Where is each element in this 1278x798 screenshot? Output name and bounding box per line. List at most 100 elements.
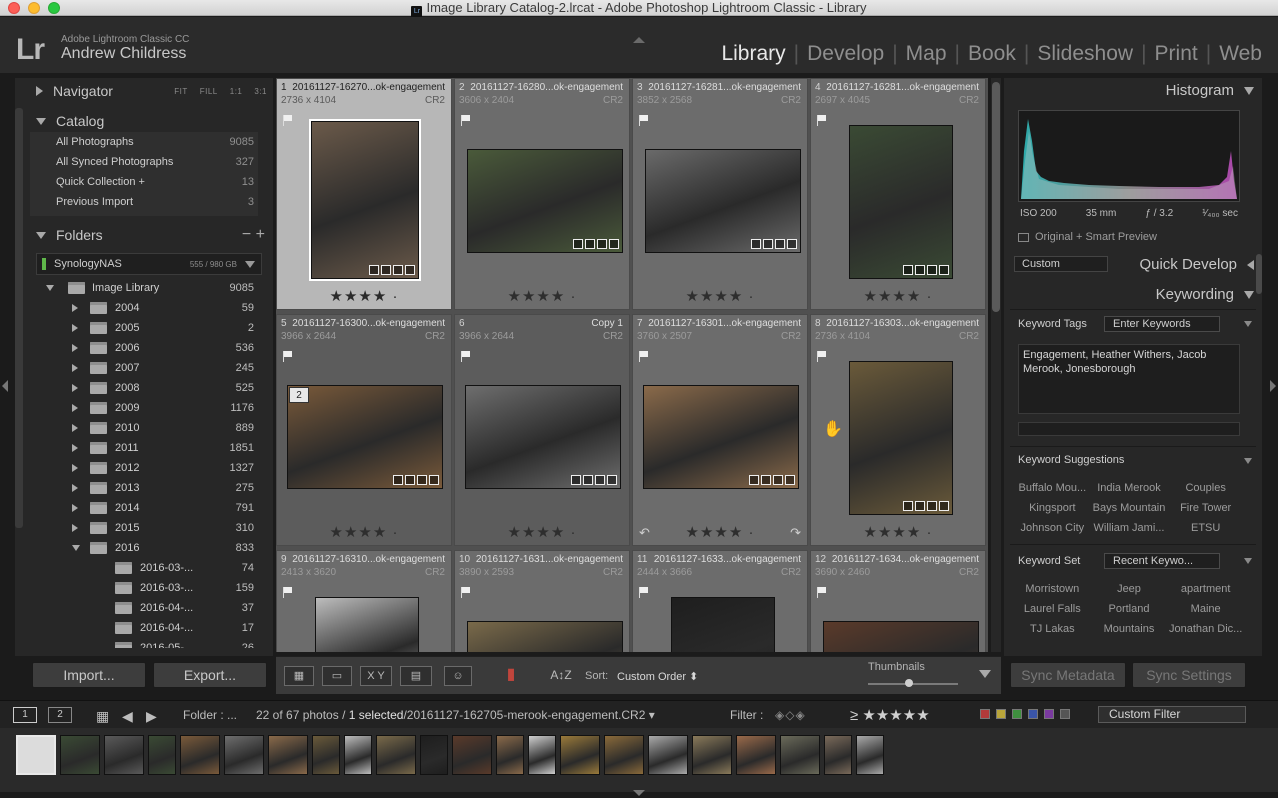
folder-row-subfolder[interactable]: 2016-03-... 159 [30, 578, 258, 598]
keyword-badge-icon[interactable] [393, 475, 403, 485]
folder-row-image-library[interactable]: Image Library 9085 [30, 278, 258, 298]
expand-triangle-icon[interactable] [72, 364, 78, 372]
star-rating[interactable]: ★★★★ · [277, 523, 451, 541]
folder-row-year[interactable]: 2014 791 [30, 498, 258, 518]
keyword-suggestion[interactable]: Bays Mountain [1091, 498, 1168, 518]
folder-row-year[interactable]: 2012 1327 [30, 458, 258, 478]
metadata-badge-icon[interactable] [915, 265, 925, 275]
source-folder-label[interactable]: Folder : ... [183, 708, 237, 722]
grid-cell[interactable]: 6 Copy 1 3966 x 2644 CR2 ★★★★ · [454, 314, 630, 546]
flag-icon[interactable] [817, 587, 826, 598]
catalog-item-previous-import[interactable]: Previous Import 3 [30, 192, 258, 212]
color-label-filter-yellow[interactable] [996, 709, 1006, 719]
folder-row-subfolder[interactable]: 2016-05-... 26 [30, 638, 258, 648]
color-label-filter-green[interactable] [1012, 709, 1022, 719]
quick-develop-header[interactable]: Quick Develop [1139, 256, 1254, 273]
keyword-set-item[interactable]: Mountains [1091, 619, 1168, 639]
keyword-suggestion[interactable]: Fire Tower [1167, 498, 1244, 518]
module-library[interactable]: Library [713, 42, 793, 66]
filmstrip-thumbnail[interactable] [560, 735, 600, 775]
develop-badge-icon[interactable] [405, 265, 415, 275]
grid-cell[interactable]: 7 20161127-16301...ok-engagement 3760 x 25… [632, 314, 808, 546]
keyword-badge-icon[interactable] [903, 265, 913, 275]
sort-direction-icon[interactable]: A↕Z [544, 666, 578, 686]
develop-badge-icon[interactable] [785, 475, 795, 485]
expand-triangle-icon[interactable] [72, 464, 78, 472]
hide-filmstrip-icon[interactable] [633, 790, 645, 796]
toggle-left-panel-icon[interactable] [2, 380, 8, 392]
photo-thumbnail[interactable] [467, 149, 623, 253]
filmstrip-thumbnail[interactable] [104, 735, 144, 775]
filmstrip-thumbnail[interactable] [648, 735, 688, 775]
expand-triangle-icon[interactable] [72, 384, 78, 392]
filmstrip-thumbnail[interactable] [452, 735, 492, 775]
filmstrip-thumbnail[interactable] [780, 735, 820, 775]
metadata-badge-icon[interactable] [381, 265, 391, 275]
folder-row-year[interactable]: 2004 59 [30, 298, 258, 318]
keyword-badge-icon[interactable] [751, 239, 761, 249]
develop-badge-icon[interactable] [939, 265, 949, 275]
filmstrip-thumbnail[interactable] [312, 735, 340, 775]
survey-view-icon[interactable]: ▤ [400, 666, 432, 686]
grid-view-icon[interactable]: ▦ [96, 708, 109, 725]
keyword-set-item[interactable]: Jonathan Dic... [1167, 619, 1244, 639]
keyword-tags-mode-select[interactable]: Enter Keywords [1104, 316, 1220, 332]
module-book[interactable]: Book [960, 42, 1024, 66]
filmstrip-thumbnail[interactable] [224, 735, 264, 775]
keyword-set-item[interactable]: Laurel Falls [1014, 599, 1091, 619]
crop-badge-icon[interactable] [597, 239, 607, 249]
expand-triangle-icon[interactable] [72, 324, 78, 332]
crop-badge-icon[interactable] [775, 239, 785, 249]
collapse-triangle-icon[interactable] [1244, 458, 1252, 464]
color-label-filter-blue[interactable] [1028, 709, 1038, 719]
metadata-badge-icon[interactable] [585, 239, 595, 249]
develop-badge-icon[interactable] [939, 501, 949, 511]
custom-filter-select[interactable]: Custom Filter [1098, 706, 1246, 723]
folder-row-year[interactable]: 2013 275 [30, 478, 258, 498]
right-panel-scrollbar[interactable] [1256, 254, 1262, 294]
loupe-view-icon[interactable]: ▭ [322, 666, 352, 686]
keyword-suggestion[interactable]: William Jami... [1091, 518, 1168, 538]
color-label-filter-purple[interactable] [1044, 709, 1054, 719]
grid-scroll-thumb[interactable] [992, 82, 1000, 312]
photo-thumbnail[interactable] [315, 597, 419, 652]
expand-triangle-icon[interactable] [72, 504, 78, 512]
photo-thumbnail[interactable] [643, 385, 799, 489]
collapse-triangle-icon[interactable] [46, 285, 54, 291]
filmstrip-thumbnail[interactable] [736, 735, 776, 775]
expand-triangle-icon[interactable] [72, 304, 78, 312]
keyword-set-item[interactable]: Morristown [1014, 579, 1091, 599]
filmstrip-thumbnail[interactable] [268, 735, 308, 775]
photo-thumbnail[interactable] [671, 597, 775, 652]
photo-thumbnail[interactable] [823, 621, 979, 652]
keyword-suggestion[interactable]: Kingsport [1014, 498, 1091, 518]
folder-row-year[interactable]: 2008 525 [30, 378, 258, 398]
keyword-suggestion[interactable]: Buffalo Mou... [1014, 478, 1091, 498]
grid-cell[interactable]: 10 20161127-1631...ok-engagement 3890 x 25… [454, 550, 630, 652]
keyword-suggestion[interactable]: ETSU [1167, 518, 1244, 538]
module-develop[interactable]: Develop [799, 42, 892, 66]
photo-thumbnail[interactable] [849, 125, 953, 279]
zoom-fit[interactable]: FIT [174, 87, 188, 96]
flag-icon[interactable] [283, 115, 292, 126]
star-rating[interactable]: ★★★★ · [811, 287, 985, 305]
keyword-set-item[interactable]: Jeep [1091, 579, 1168, 599]
catalog-header[interactable]: Catalog [30, 108, 273, 134]
flag-icon[interactable] [461, 351, 470, 362]
keyword-badge-icon[interactable] [749, 475, 759, 485]
keyword-set-item[interactable]: TJ Lakas [1014, 619, 1091, 639]
histogram-header[interactable]: Histogram [1166, 82, 1254, 99]
flag-icon[interactable] [639, 115, 648, 126]
grid-cell[interactable]: 4 20161127-16281...ok-engagement 2697 x 40… [810, 78, 986, 310]
keyword-suggestion[interactable]: Johnson City [1014, 518, 1091, 538]
folder-row-year[interactable]: 2011 1851 [30, 438, 258, 458]
grid-cell[interactable]: 5 20161127-16300...ok-engagement 3966 x 26… [276, 314, 452, 546]
flag-icon[interactable] [817, 351, 826, 362]
keyword-set-item[interactable]: Maine [1167, 599, 1244, 619]
folder-row-year[interactable]: 2007 245 [30, 358, 258, 378]
keyword-badge-icon[interactable] [369, 265, 379, 275]
crop-badge-icon[interactable] [927, 265, 937, 275]
filmstrip-thumbnail[interactable] [856, 735, 884, 775]
sync-metadata-button[interactable]: Sync Metadata [1010, 662, 1126, 688]
grid-scrollbar[interactable] [991, 78, 1001, 652]
